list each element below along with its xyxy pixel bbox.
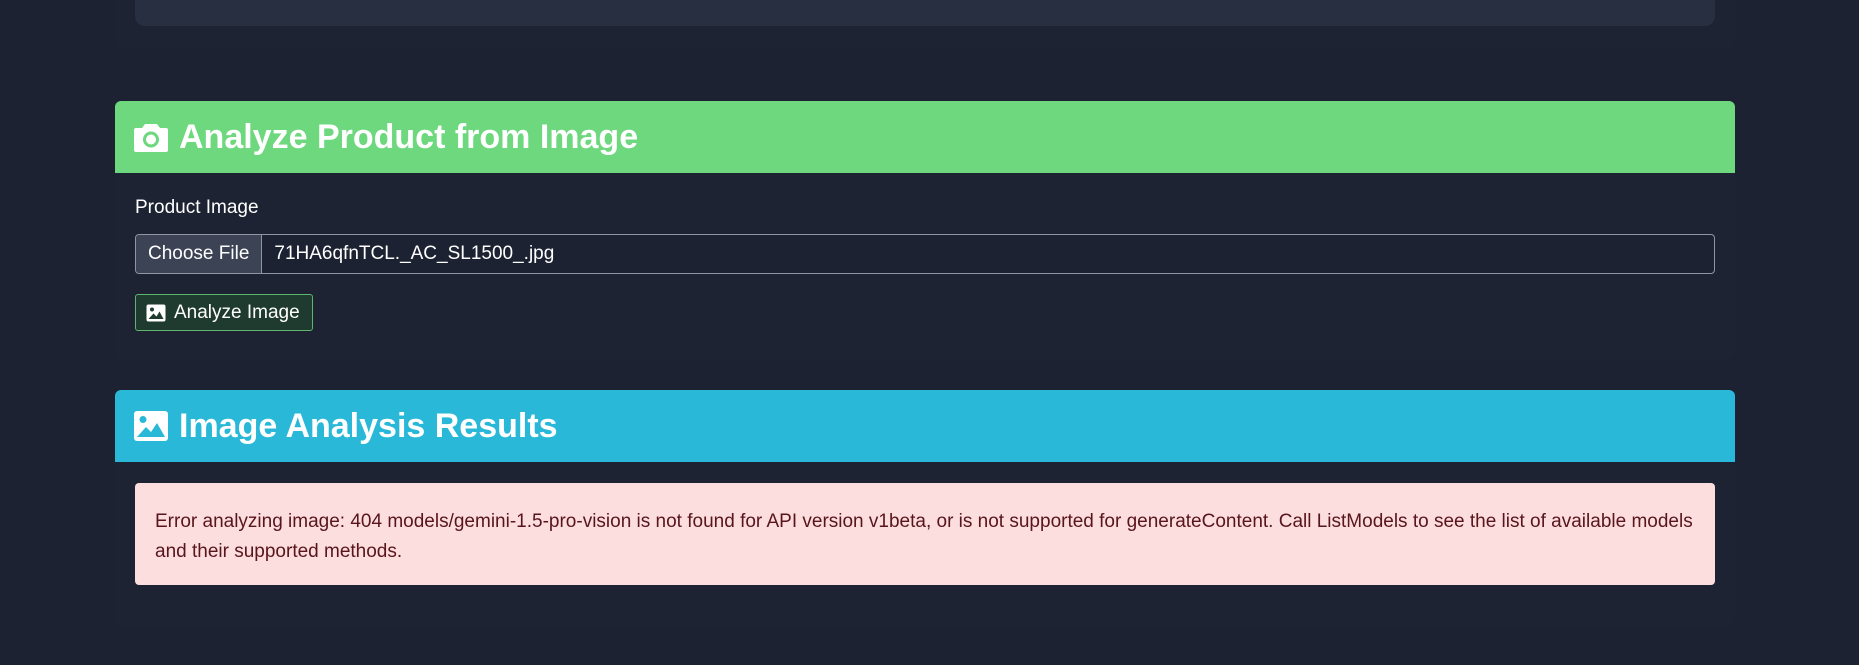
analyze-image-button[interactable]: Analyze Image	[135, 294, 313, 331]
camera-icon	[133, 121, 169, 153]
results-card-title: Image Analysis Results	[179, 406, 558, 445]
previous-card-content	[135, 0, 1715, 26]
analyze-image-button-label: Analyze Image	[174, 301, 300, 323]
analyze-image-card-header: Analyze Product from Image	[115, 101, 1735, 173]
image-icon	[133, 410, 169, 442]
analyze-image-card-title: Analyze Product from Image	[179, 117, 639, 156]
analyze-image-card: Analyze Product from Image Product Image…	[115, 101, 1735, 359]
results-card-header: Image Analysis Results	[115, 390, 1735, 462]
image-analysis-results-card: Image Analysis Results Error analyzing i…	[115, 390, 1735, 626]
product-image-label: Product Image	[135, 197, 259, 218]
selected-file-name: 71HA6qfnTCL._AC_SL1500_.jpg	[274, 243, 555, 264]
choose-file-button[interactable]: Choose File	[136, 235, 263, 273]
image-icon	[146, 304, 166, 322]
error-alert: Error analyzing image: 404 models/gemini…	[135, 483, 1715, 585]
product-image-file-input[interactable]: Choose File 71HA6qfnTCL._AC_SL1500_.jpg	[135, 234, 1715, 274]
